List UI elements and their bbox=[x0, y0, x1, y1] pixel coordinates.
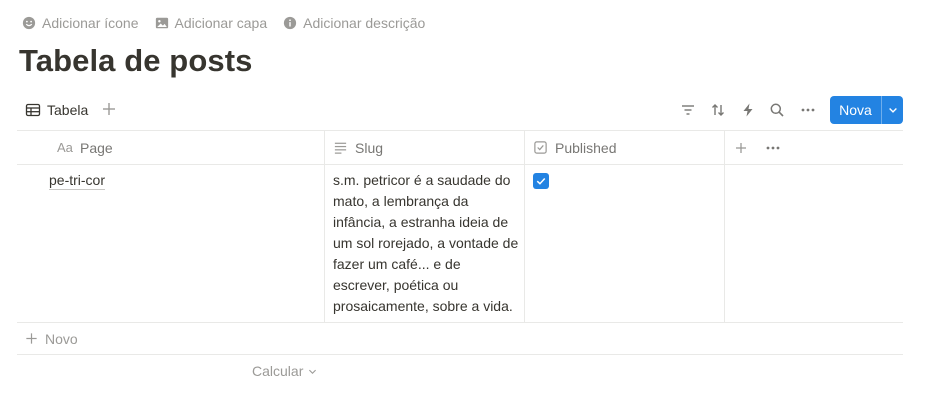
add-cover-button[interactable]: Adicionar capa bbox=[155, 15, 268, 31]
cell-empty bbox=[724, 165, 903, 322]
add-row-label: Novo bbox=[45, 330, 78, 347]
title-aa-icon: Aa bbox=[57, 140, 73, 155]
add-description-button[interactable]: Adicionar descrição bbox=[283, 15, 425, 31]
new-button-dropdown[interactable] bbox=[882, 96, 903, 124]
chevron-down-icon bbox=[309, 369, 317, 374]
column-header-extra bbox=[724, 131, 903, 164]
search-button[interactable] bbox=[769, 102, 785, 118]
more-icon bbox=[766, 146, 780, 150]
check-icon bbox=[536, 177, 546, 185]
cell-page[interactable]: pe-tri-cor bbox=[17, 165, 324, 322]
view-toolbar: Tabela Nova bbox=[17, 96, 903, 124]
add-row-button[interactable]: Novo bbox=[17, 323, 903, 355]
cell-published bbox=[524, 165, 724, 322]
column-header-published[interactable]: Published bbox=[524, 131, 724, 164]
column-header-label: Page bbox=[80, 139, 113, 156]
new-button[interactable]: Nova bbox=[830, 96, 881, 124]
plus-icon bbox=[103, 103, 115, 115]
page-link[interactable]: pe-tri-cor bbox=[49, 172, 106, 190]
column-header-label: Published bbox=[555, 139, 617, 156]
checkbox-icon bbox=[534, 141, 547, 154]
smiley-icon bbox=[22, 16, 36, 30]
page-top-actions: Adicionar ícone Adicionar capa Adicionar… bbox=[22, 14, 425, 32]
add-property-button[interactable] bbox=[733, 140, 749, 156]
slug-text: s.m. petricor é a saudade do mato, a lem… bbox=[333, 172, 519, 314]
sort-button[interactable] bbox=[710, 102, 726, 118]
column-header-label: Slug bbox=[355, 139, 384, 156]
text-lines-icon bbox=[334, 142, 347, 154]
add-view-button[interactable] bbox=[101, 101, 117, 117]
tab-table-label: Tabela bbox=[47, 102, 89, 118]
filter-button[interactable] bbox=[680, 102, 696, 118]
published-checkbox[interactable] bbox=[533, 173, 549, 189]
search-icon bbox=[770, 103, 784, 117]
add-icon-button[interactable]: Adicionar ícone bbox=[22, 15, 139, 31]
add-description-label: Adicionar descrição bbox=[303, 15, 426, 31]
plus-icon bbox=[736, 143, 746, 153]
new-button-group: Nova bbox=[830, 96, 903, 124]
filter-icon bbox=[682, 105, 694, 115]
cell-slug[interactable]: s.m. petricor é a saudade do mato, a lem… bbox=[324, 165, 524, 322]
calculate-label: Calcular bbox=[252, 363, 304, 379]
chevron-down-icon bbox=[888, 108, 897, 113]
add-icon-label: Adicionar ícone bbox=[42, 15, 139, 31]
add-cover-label: Adicionar capa bbox=[174, 15, 268, 31]
lightning-icon bbox=[743, 103, 753, 117]
page-title[interactable]: Tabela de posts bbox=[19, 43, 253, 79]
info-icon bbox=[284, 16, 297, 30]
table-row[interactable]: pe-tri-cor s.m. petricor é a saudade do … bbox=[17, 165, 903, 323]
image-icon bbox=[155, 17, 168, 29]
plus-icon bbox=[26, 333, 37, 344]
tab-table-view[interactable]: Tabela bbox=[25, 96, 88, 124]
table-icon bbox=[25, 103, 41, 117]
more-icon bbox=[801, 108, 815, 112]
sort-icon bbox=[712, 104, 724, 116]
automation-button[interactable] bbox=[740, 102, 756, 118]
table-more-button[interactable] bbox=[765, 140, 781, 156]
more-options-button[interactable] bbox=[800, 102, 816, 118]
database-table: Aa Page Slug Published pe-tri-cor s.m. p… bbox=[17, 130, 903, 389]
calculate-button[interactable]: Calcular bbox=[252, 363, 318, 379]
table-header-row: Aa Page Slug Published bbox=[17, 130, 903, 165]
column-header-slug[interactable]: Slug bbox=[324, 131, 524, 164]
calculate-row: Calcular bbox=[17, 355, 903, 389]
column-header-page[interactable]: Aa Page bbox=[17, 131, 324, 164]
